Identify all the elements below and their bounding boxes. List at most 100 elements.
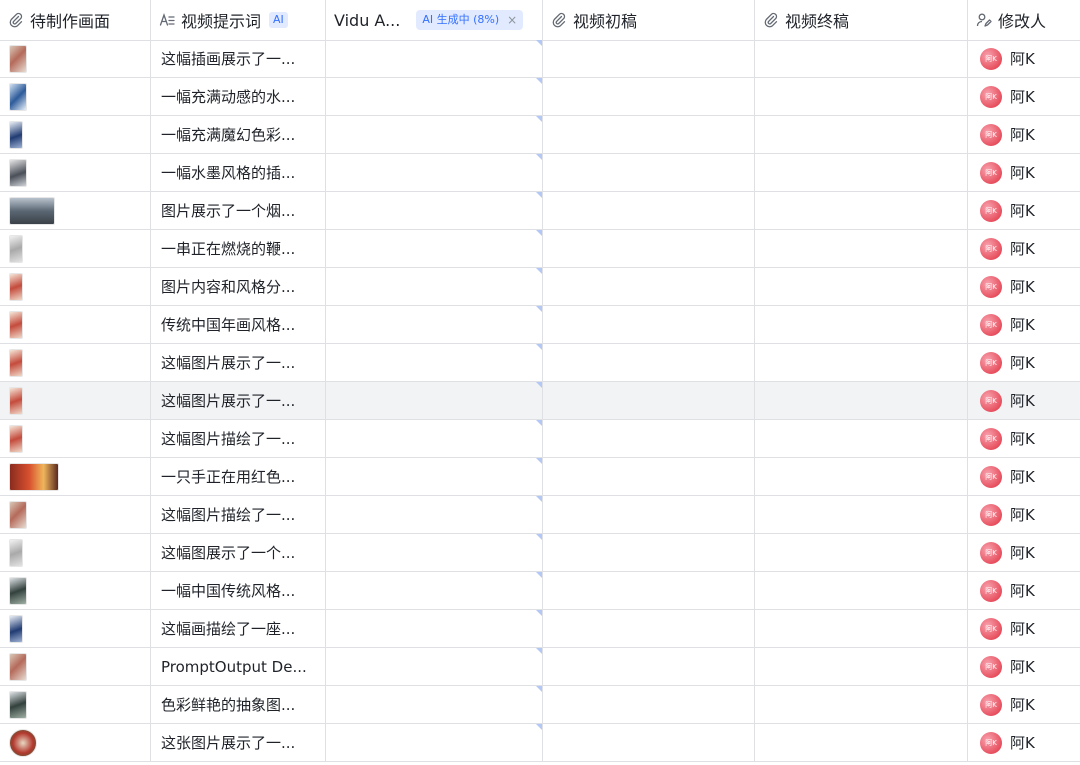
modifier-cell[interactable]: 阿K 阿K <box>968 268 1080 305</box>
prompt-cell[interactable]: 传统中国年画风格... <box>151 306 326 343</box>
image-cell[interactable] <box>0 420 151 457</box>
final-cell[interactable] <box>755 268 968 305</box>
table-row[interactable]: PromptOutput De... 阿K 阿K <box>0 648 1080 686</box>
draft-cell[interactable] <box>543 192 755 229</box>
vidu-cell[interactable] <box>326 344 543 381</box>
draft-cell[interactable] <box>543 572 755 609</box>
vidu-cell[interactable] <box>326 306 543 343</box>
image-thumbnail[interactable] <box>9 652 27 681</box>
draft-cell[interactable] <box>543 78 755 115</box>
modifier-cell[interactable]: 阿K 阿K <box>968 154 1080 191</box>
image-cell[interactable] <box>0 724 151 761</box>
final-cell[interactable] <box>755 306 968 343</box>
prompt-cell[interactable]: 一幅水墨风格的插... <box>151 154 326 191</box>
prompt-cell[interactable]: 这幅插画展示了一... <box>151 40 326 77</box>
final-cell[interactable] <box>755 610 968 647</box>
column-header-draft[interactable]: 视频初稿 <box>543 0 755 40</box>
image-thumbnail[interactable] <box>9 272 23 301</box>
prompt-cell[interactable]: 一幅中国传统风格... <box>151 572 326 609</box>
vidu-cell[interactable] <box>326 78 543 115</box>
table-row[interactable]: 一幅充满动感的水... 阿K 阿K <box>0 78 1080 116</box>
vidu-cell[interactable] <box>326 154 543 191</box>
table-row[interactable]: 这幅画描绘了一座... 阿K 阿K <box>0 610 1080 648</box>
draft-cell[interactable] <box>543 724 755 761</box>
column-header-prompt[interactable]: 视频提示词 AI <box>151 0 326 40</box>
image-cell[interactable] <box>0 382 151 419</box>
draft-cell[interactable] <box>543 306 755 343</box>
draft-cell[interactable] <box>543 116 755 153</box>
prompt-cell[interactable]: 色彩鲜艳的抽象图... <box>151 686 326 723</box>
table-row[interactable]: 色彩鲜艳的抽象图... 阿K 阿K <box>0 686 1080 724</box>
table-row[interactable]: 这幅图片展示了一... 阿K 阿K <box>0 344 1080 382</box>
modifier-cell[interactable]: 阿K 阿K <box>968 192 1080 229</box>
table-row[interactable]: 传统中国年画风格... 阿K 阿K <box>0 306 1080 344</box>
modifier-cell[interactable]: 阿K 阿K <box>968 306 1080 343</box>
final-cell[interactable] <box>755 496 968 533</box>
table-row[interactable]: 一幅水墨风格的插... 阿K 阿K <box>0 154 1080 192</box>
prompt-cell[interactable]: 这幅画描绘了一座... <box>151 610 326 647</box>
image-cell[interactable] <box>0 116 151 153</box>
prompt-cell[interactable]: 这张图片展示了一... <box>151 724 326 761</box>
image-cell[interactable] <box>0 344 151 381</box>
vidu-cell[interactable] <box>326 268 543 305</box>
table-row[interactable]: 这幅插画展示了一... 阿K 阿K <box>0 40 1080 78</box>
draft-cell[interactable] <box>543 382 755 419</box>
image-cell[interactable] <box>0 78 151 115</box>
image-thumbnail[interactable] <box>9 690 27 719</box>
modifier-cell[interactable]: 阿K 阿K <box>968 420 1080 457</box>
column-header-vidu[interactable]: Vidu A... AI 生成中 (8%) × <box>326 0 543 40</box>
table-row[interactable]: 图片展示了一个烟... 阿K 阿K <box>0 192 1080 230</box>
modifier-cell[interactable]: 阿K 阿K <box>968 382 1080 419</box>
image-thumbnail[interactable] <box>9 348 23 377</box>
vidu-cell[interactable] <box>326 192 543 229</box>
vidu-cell[interactable] <box>326 648 543 685</box>
image-cell[interactable] <box>0 534 151 571</box>
column-header-image[interactable]: 待制作画面 <box>0 0 151 40</box>
vidu-cell[interactable] <box>326 610 543 647</box>
draft-cell[interactable] <box>543 40 755 77</box>
final-cell[interactable] <box>755 420 968 457</box>
table-row[interactable]: 这张图片展示了一... 阿K 阿K <box>0 724 1080 762</box>
table-row[interactable]: 图片内容和风格分... 阿K 阿K <box>0 268 1080 306</box>
vidu-cell[interactable] <box>326 230 543 267</box>
table-row[interactable]: 这幅图展示了一个... 阿K 阿K <box>0 534 1080 572</box>
draft-cell[interactable] <box>543 268 755 305</box>
final-cell[interactable] <box>755 192 968 229</box>
final-cell[interactable] <box>755 458 968 495</box>
final-cell[interactable] <box>755 534 968 571</box>
prompt-cell[interactable]: PromptOutput De... <box>151 648 326 685</box>
draft-cell[interactable] <box>543 458 755 495</box>
table-row[interactable]: 一只手正在用红色... 阿K 阿K <box>0 458 1080 496</box>
modifier-cell[interactable]: 阿K 阿K <box>968 648 1080 685</box>
image-cell[interactable] <box>0 458 151 495</box>
final-cell[interactable] <box>755 724 968 761</box>
image-thumbnail[interactable] <box>9 158 27 187</box>
modifier-cell[interactable]: 阿K 阿K <box>968 78 1080 115</box>
draft-cell[interactable] <box>543 610 755 647</box>
vidu-cell[interactable] <box>326 686 543 723</box>
prompt-cell[interactable]: 图片内容和风格分... <box>151 268 326 305</box>
image-cell[interactable] <box>0 192 151 229</box>
modifier-cell[interactable]: 阿K 阿K <box>968 496 1080 533</box>
final-cell[interactable] <box>755 382 968 419</box>
table-row[interactable]: 一幅中国传统风格... 阿K 阿K <box>0 572 1080 610</box>
modifier-cell[interactable]: 阿K 阿K <box>968 572 1080 609</box>
final-cell[interactable] <box>755 572 968 609</box>
vidu-cell[interactable] <box>326 40 543 77</box>
vidu-cell[interactable] <box>326 496 543 533</box>
modifier-cell[interactable]: 阿K 阿K <box>968 534 1080 571</box>
prompt-cell[interactable]: 一幅充满魔幻色彩... <box>151 116 326 153</box>
table-row[interactable]: 这幅图片描绘了一... 阿K 阿K <box>0 496 1080 534</box>
prompt-cell[interactable]: 这幅图片展示了一... <box>151 344 326 381</box>
image-cell[interactable] <box>0 572 151 609</box>
vidu-cell[interactable] <box>326 116 543 153</box>
vidu-cell[interactable] <box>326 420 543 457</box>
draft-cell[interactable] <box>543 648 755 685</box>
vidu-cell[interactable] <box>326 458 543 495</box>
image-thumbnail[interactable] <box>9 82 27 111</box>
vidu-cell[interactable] <box>326 572 543 609</box>
draft-cell[interactable] <box>543 420 755 457</box>
image-thumbnail[interactable] <box>9 120 23 149</box>
image-thumbnail[interactable] <box>9 462 59 491</box>
modifier-cell[interactable]: 阿K 阿K <box>968 686 1080 723</box>
